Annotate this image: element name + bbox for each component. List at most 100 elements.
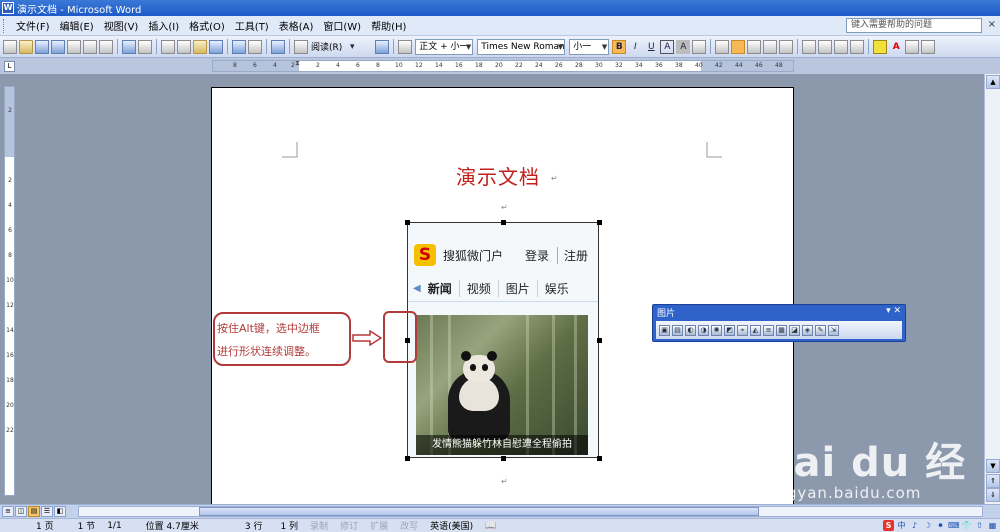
insert-picture-icon[interactable]: ▣ bbox=[659, 324, 670, 336]
horizontal-scroll-thumb[interactable] bbox=[199, 507, 759, 516]
underline-button[interactable]: U bbox=[644, 40, 658, 54]
save-icon[interactable] bbox=[35, 39, 49, 54]
toolbar-options-chevron-icon[interactable]: ▾ bbox=[345, 40, 359, 54]
menu-view[interactable]: 视图(V) bbox=[99, 18, 144, 33]
status-language[interactable]: 英语(美国) bbox=[424, 519, 479, 532]
outline-view-icon[interactable]: ☰ bbox=[41, 506, 53, 517]
more-contrast-icon[interactable]: ◐ bbox=[685, 324, 696, 336]
indent-marker-icon[interactable]: ⧗ bbox=[295, 59, 303, 73]
ime-voice-icon[interactable]: ♪ bbox=[909, 520, 920, 531]
char-border-button[interactable]: A bbox=[660, 39, 675, 54]
permission-icon[interactable] bbox=[51, 39, 65, 54]
increase-indent-icon[interactable] bbox=[850, 39, 865, 54]
less-brightness-icon[interactable]: ◩ bbox=[724, 324, 735, 336]
menu-window[interactable]: 窗口(W) bbox=[318, 18, 366, 33]
style-dropdown[interactable]: 正文 + 小一 ▼ bbox=[415, 38, 474, 55]
status-trk[interactable]: 修订 bbox=[334, 519, 364, 532]
phonetic-guide-icon[interactable] bbox=[905, 39, 920, 54]
print-preview-icon[interactable] bbox=[99, 39, 113, 54]
status-ovr[interactable]: 改写 bbox=[394, 519, 424, 532]
embedded-picture[interactable]: S 搜狐微门户 登录 注册 ◀ 新闻 视频 图片 娱乐 发情熊猫躲竹林自慰遭全程… bbox=[407, 222, 599, 458]
resize-handle-n[interactable] bbox=[501, 220, 506, 225]
normal-view-icon[interactable]: ≡ bbox=[2, 506, 14, 517]
crop-icon[interactable]: ⌖ bbox=[737, 324, 748, 336]
word-app-icon[interactable]: W bbox=[2, 2, 14, 14]
status-ext[interactable]: 扩展 bbox=[364, 519, 394, 532]
resize-handle-nw[interactable] bbox=[405, 220, 410, 225]
horizontal-scrollbar[interactable] bbox=[78, 506, 983, 517]
print-layout-icon[interactable]: ▤ bbox=[28, 506, 40, 517]
ime-tools-icon[interactable]: ⇧ bbox=[974, 520, 985, 531]
research-icon[interactable] bbox=[138, 39, 152, 54]
rotate-icon[interactable]: ◭ bbox=[750, 324, 761, 336]
ime-keyboard-icon[interactable]: ⌨ bbox=[948, 520, 960, 531]
document-page[interactable]: 演示文档 ↵ ↵ ↵ S 搜狐微门户 登录 注册 ◀ 新闻 视频 图片 娱乐 发… bbox=[211, 87, 794, 507]
format-picture-icon[interactable]: ◈ bbox=[802, 324, 813, 336]
paste-icon[interactable] bbox=[193, 39, 207, 54]
reset-picture-icon[interactable]: ⇲ bbox=[828, 324, 839, 336]
menu-edit[interactable]: 编辑(E) bbox=[55, 18, 99, 33]
font-dropdown[interactable]: Times New Roman ▼ bbox=[477, 38, 566, 55]
enclose-chars-icon[interactable] bbox=[921, 39, 936, 54]
spelling-status-icon[interactable]: 📖 bbox=[479, 521, 502, 531]
menu-format[interactable]: 格式(O) bbox=[184, 18, 230, 33]
reading-view-icon[interactable]: ◧ bbox=[54, 506, 66, 517]
picture-toolbar[interactable]: 图片 ▾ ✕ ▣ ▤ ◐ ◑ ✺ ◩ ⌖ ◭ ≡ ▦ ◪ ◈ ✎ ⇲ bbox=[652, 304, 906, 342]
read-mode-icon[interactable] bbox=[294, 39, 308, 54]
horizontal-ruler[interactable]: ⧗ 8 6 4 2 2 4 6 8 10 12 14 16 18 20 22 2… bbox=[212, 59, 794, 73]
vertical-ruler[interactable]: 2 2 4 6 8 10 12 14 16 18 20 22 bbox=[4, 86, 15, 496]
ime-punctuation-icon[interactable]: ⚫ bbox=[935, 520, 946, 531]
help-icon[interactable] bbox=[271, 39, 285, 54]
toolbar-overflow-icon[interactable] bbox=[375, 39, 390, 54]
resize-handle-ne[interactable] bbox=[597, 220, 602, 225]
set-transparent-color-icon[interactable]: ✎ bbox=[815, 324, 826, 336]
bold-button[interactable]: B bbox=[612, 39, 627, 54]
ime-halfwidth-icon[interactable]: ☽ bbox=[922, 520, 933, 531]
italic-button[interactable]: I bbox=[628, 40, 642, 54]
align-right-icon[interactable] bbox=[747, 39, 762, 54]
styles-formatting-icon[interactable] bbox=[398, 39, 413, 54]
sogou-ime-icon[interactable]: S bbox=[883, 520, 894, 531]
document-title[interactable]: 演示文档 bbox=[456, 161, 540, 190]
menu-tools[interactable]: 工具(T) bbox=[230, 18, 274, 33]
new-document-icon[interactable] bbox=[3, 39, 17, 54]
print-icon[interactable] bbox=[83, 39, 97, 54]
hyperlink-icon[interactable] bbox=[232, 39, 246, 54]
more-brightness-icon[interactable]: ✺ bbox=[711, 324, 722, 336]
resize-handle-s[interactable] bbox=[501, 456, 506, 461]
menu-table[interactable]: 表格(A) bbox=[274, 18, 319, 33]
text-wrapping-icon[interactable]: ◪ bbox=[789, 324, 800, 336]
menu-file[interactable]: 文件(F) bbox=[11, 18, 55, 33]
menu-grip-handle[interactable] bbox=[3, 18, 7, 33]
resize-handle-e[interactable] bbox=[597, 338, 602, 343]
font-color-icon[interactable]: A bbox=[889, 40, 903, 54]
decrease-indent-icon[interactable] bbox=[834, 39, 849, 54]
table-icon[interactable] bbox=[248, 39, 262, 54]
line-style-icon[interactable]: ≡ bbox=[763, 324, 774, 336]
resize-handle-se[interactable] bbox=[597, 456, 602, 461]
format-painter-icon[interactable] bbox=[209, 39, 223, 54]
scroll-up-icon[interactable]: ▲ bbox=[986, 75, 1000, 89]
open-folder-icon[interactable] bbox=[19, 39, 33, 54]
ime-menu-icon[interactable]: ▦ bbox=[987, 520, 998, 531]
help-search-input[interactable]: 键入需要帮助的问题 bbox=[846, 18, 982, 33]
cut-icon[interactable] bbox=[161, 39, 175, 54]
read-mode-label[interactable]: 阅读(R) bbox=[311, 40, 342, 53]
bullets-icon[interactable] bbox=[818, 39, 833, 54]
menu-help[interactable]: 帮助(H) bbox=[366, 18, 411, 33]
numbering-icon[interactable] bbox=[802, 39, 817, 54]
spelling-icon[interactable] bbox=[122, 39, 136, 54]
font-size-dropdown[interactable]: 小一 ▼ bbox=[569, 38, 610, 55]
compress-pictures-icon[interactable]: ▦ bbox=[776, 324, 787, 336]
align-justify-icon[interactable] bbox=[715, 39, 730, 54]
web-view-icon[interactable]: ◫ bbox=[15, 506, 27, 517]
highlight-color-icon[interactable] bbox=[873, 39, 888, 54]
ime-chinese-mode[interactable]: 中 bbox=[896, 520, 907, 531]
line-spacing-icon[interactable] bbox=[779, 39, 794, 54]
ime-skin-icon[interactable]: 👕 bbox=[961, 520, 972, 531]
align-center-icon[interactable] bbox=[731, 39, 746, 54]
email-icon[interactable] bbox=[67, 39, 81, 54]
picture-toolbar-controls[interactable]: ▾ ✕ bbox=[886, 306, 901, 316]
document-close-icon[interactable]: × bbox=[988, 19, 996, 30]
color-icon[interactable]: ▤ bbox=[672, 324, 683, 336]
